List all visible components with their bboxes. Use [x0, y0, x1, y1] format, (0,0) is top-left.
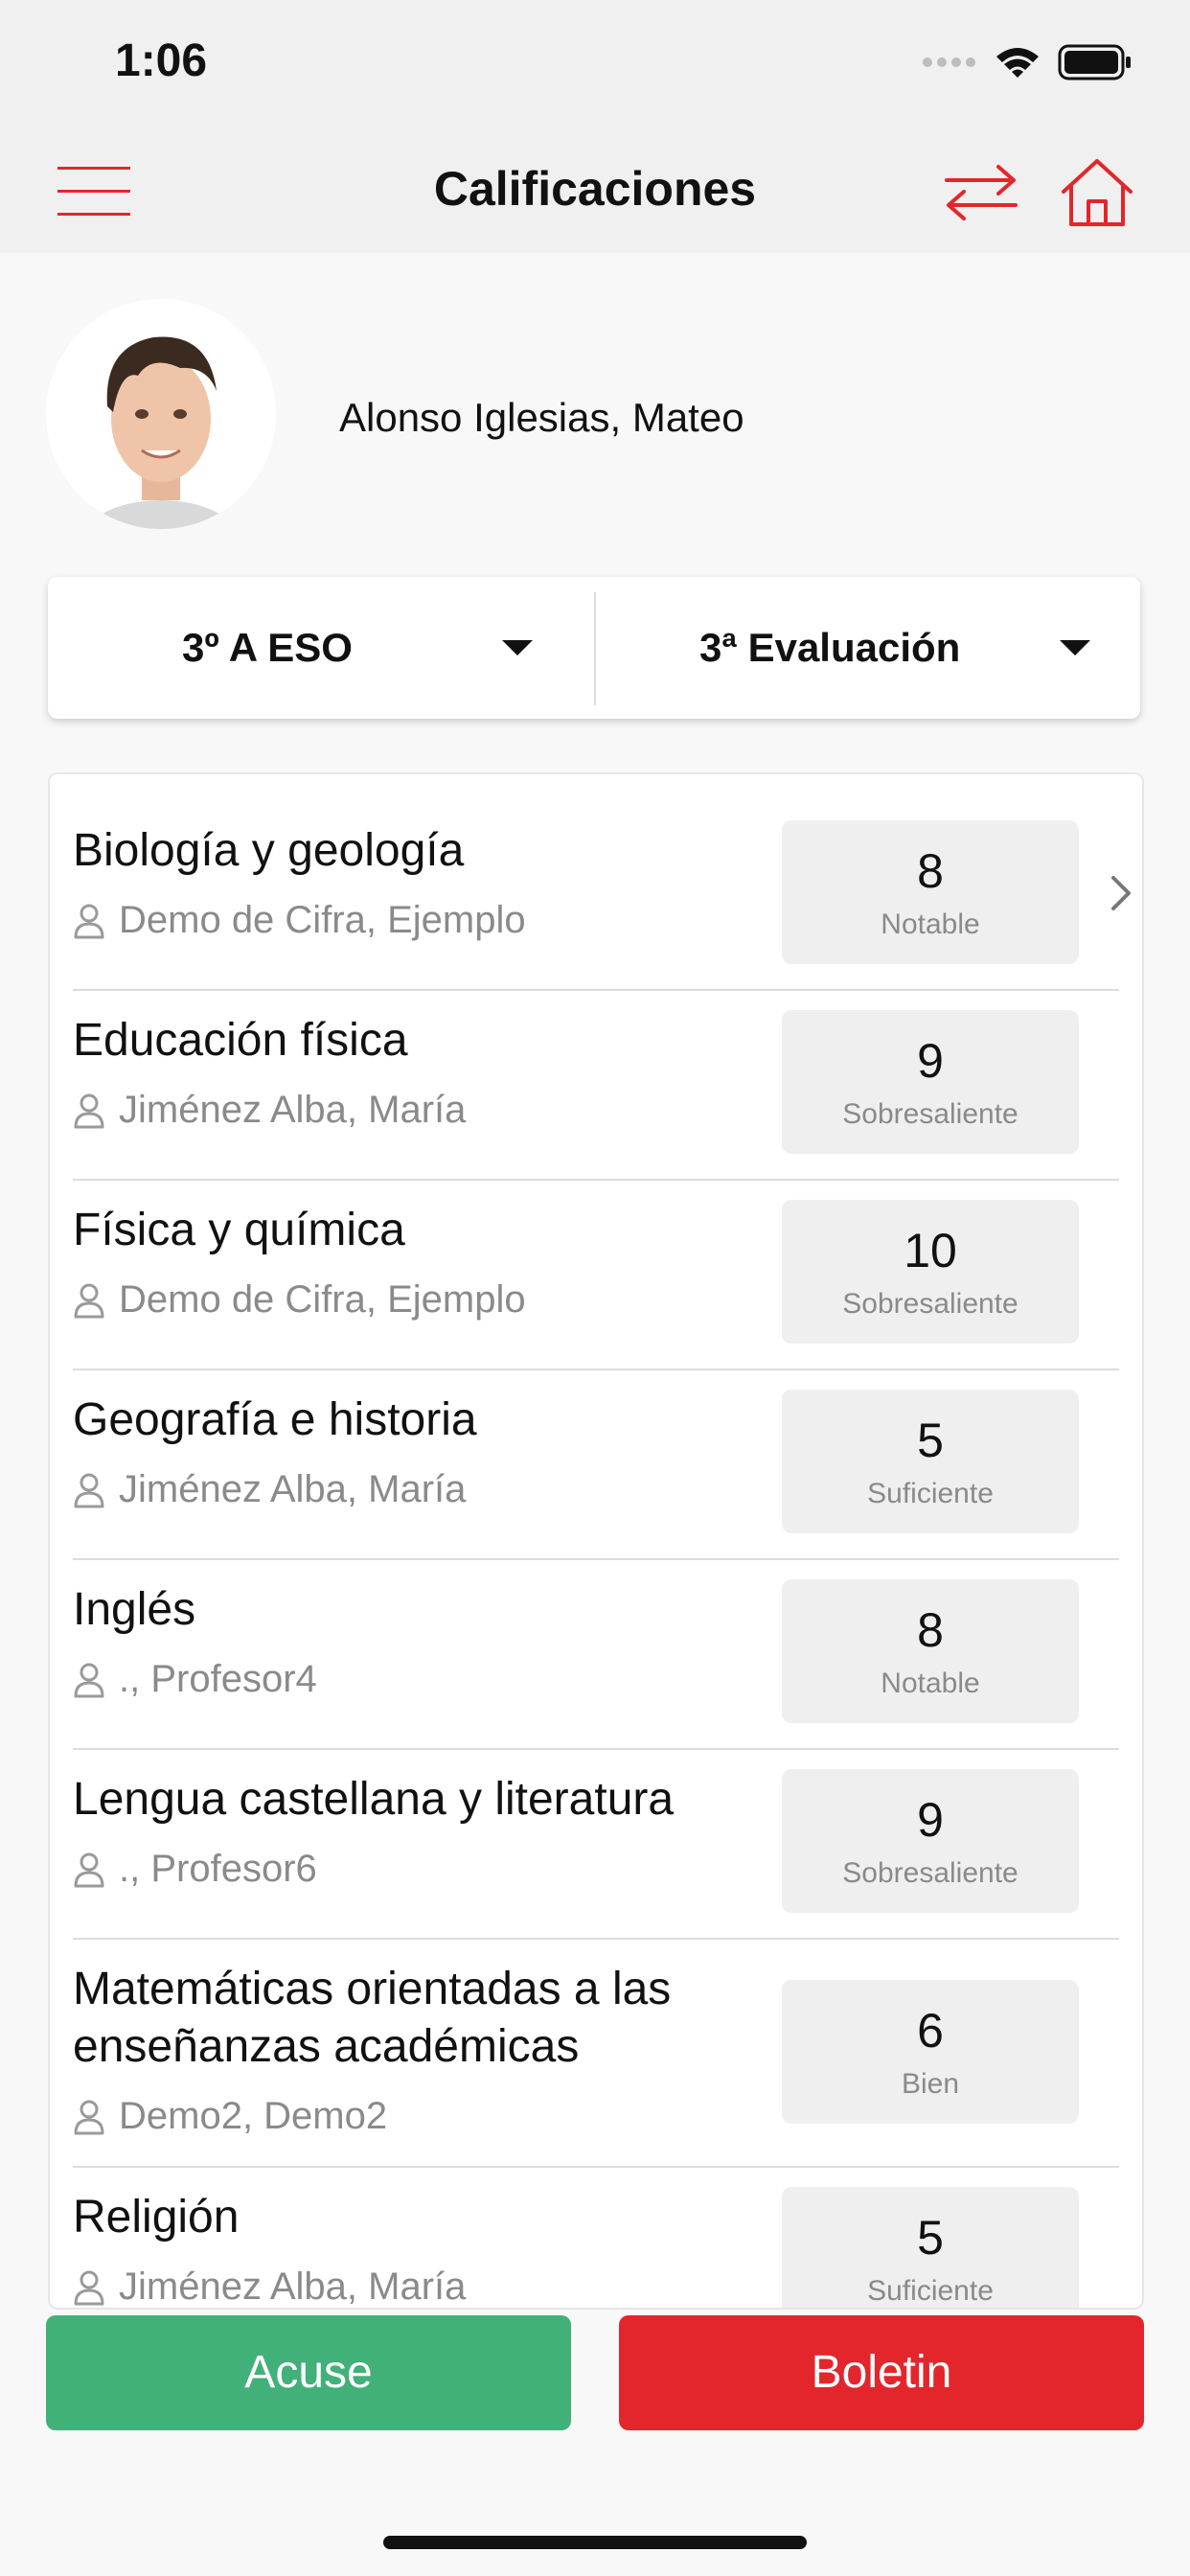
group-selector-label: 3º A ESO: [182, 625, 353, 670]
list-item[interactable]: Matemáticas orientadas a las enseñanzas …: [73, 1938, 1119, 2168]
teacher-name: ., Profesor4: [119, 1658, 317, 1700]
person-icon: [74, 1852, 104, 1887]
signal-icon: [923, 58, 975, 67]
battery-icon: [1058, 44, 1131, 80]
grade-label: Sobresaliente: [842, 1098, 1018, 1130]
avatar: [46, 299, 276, 529]
subject-name: Inglés: [73, 1584, 196, 1635]
grade-value: 10: [904, 1224, 957, 1277]
subject-name: Religión: [73, 2192, 240, 2242]
teacher-line: Jiménez Alba, María: [73, 1089, 466, 1132]
grade-label: Notable: [881, 1668, 980, 1699]
wifi-icon: [996, 48, 1039, 78]
chevron-right-icon: [1111, 876, 1131, 910]
home-icon: [1062, 159, 1133, 226]
grade-value: 8: [917, 1603, 944, 1657]
person-icon: [74, 2100, 104, 2134]
status-time: 1:06: [115, 35, 208, 86]
evaluation-selector-label: 3ª Evaluación: [699, 625, 961, 670]
teacher-line: ., Profesor4: [73, 1658, 317, 1701]
subject-name: Biología y geología: [73, 825, 465, 876]
acuse-button[interactable]: Acuse: [46, 2315, 571, 2430]
grade-box: 5 Suficiente: [782, 2187, 1079, 2308]
grade-box: 6 Bien: [782, 1980, 1079, 2124]
subject-name: Geografía e historia: [73, 1394, 477, 1445]
nav-bar: Calificaciones: [0, 134, 1190, 253]
grade-value: 5: [917, 1414, 944, 1467]
evaluation-selector[interactable]: 3ª Evaluación: [596, 577, 1142, 719]
switch-student-button[interactable]: [943, 161, 1019, 222]
teacher-name: Jiménez Alba, María: [119, 1468, 467, 1510]
grade-label: Sobresaliente: [842, 1857, 1018, 1889]
grade-box: 5 Suficiente: [782, 1390, 1079, 1533]
grade-box: 9 Sobresaliente: [782, 1010, 1079, 1154]
list-item[interactable]: Física y química Demo de Cifra, Ejemplo …: [73, 1179, 1119, 1370]
subject-name-line2: enseñanzas académicas: [73, 2021, 580, 2072]
list-item[interactable]: Biología y geología Demo de Cifra, Ejemp…: [73, 774, 1131, 991]
swap-arrows-icon: [945, 165, 1018, 220]
status-bar: 1:06: [0, 0, 1190, 134]
person-icon: [74, 1473, 104, 1507]
list-item[interactable]: Inglés ., Profesor4 8 Notable: [73, 1558, 1119, 1750]
subject-name: Matemáticas orientadas a las: [73, 1964, 672, 2014]
grade-label: Bien: [901, 2068, 960, 2100]
grade-value: 9: [917, 1034, 944, 1088]
chevron-down-icon: [502, 640, 533, 656]
teacher-line: Jiménez Alba, María: [73, 1468, 466, 1511]
grade-label: Sobresaliente: [842, 1288, 1018, 1320]
person-icon: [74, 1283, 104, 1318]
teacher-line: Demo de Cifra, Ejemplo: [73, 899, 526, 942]
subject-name: Física y química: [73, 1205, 405, 1255]
filter-selector-card: 3º A ESO 3ª Evaluación: [48, 577, 1140, 719]
grade-value: 5: [917, 2211, 944, 2265]
boletin-button[interactable]: Boletin: [619, 2315, 1144, 2430]
teacher-name: Jiménez Alba, María: [119, 1089, 467, 1131]
teacher-name: Demo2, Demo2: [119, 2095, 388, 2137]
grade-box: 10 Sobresaliente: [782, 1200, 1079, 1344]
grade-value: 6: [917, 2004, 944, 2058]
home-indicator: [383, 2536, 807, 2549]
grade-value: 9: [917, 1793, 944, 1847]
person-icon: [74, 1663, 104, 1697]
grade-box: 8 Notable: [782, 1579, 1079, 1723]
grade-label: Suficiente: [867, 2275, 994, 2307]
group-selector[interactable]: 3º A ESO: [48, 577, 594, 719]
list-item[interactable]: Religión Jiménez Alba, María 5 Suficient…: [73, 2166, 1119, 2308]
grades-list: Biología y geología Demo de Cifra, Ejemp…: [48, 772, 1144, 2310]
grade-value: 8: [917, 844, 944, 898]
person-icon: [74, 904, 104, 938]
list-item[interactable]: Geografía e historia Jiménez Alba, María…: [73, 1368, 1119, 1560]
person-icon: [74, 2270, 104, 2305]
student-name: Alonso Iglesias, Mateo: [339, 395, 744, 440]
grade-label: Suficiente: [867, 1478, 994, 1509]
teacher-line: Jiménez Alba, María: [73, 2266, 467, 2308]
subject-name: Educación física: [73, 1015, 408, 1066]
teacher-name: Demo de Cifra, Ejemplo: [119, 899, 526, 941]
grade-label: Notable: [881, 908, 980, 940]
chevron-down-icon: [1060, 640, 1090, 656]
grade-box: 9 Sobresaliente: [782, 1769, 1079, 1913]
teacher-name: Jiménez Alba, María: [119, 2266, 467, 2308]
teacher-line: Demo de Cifra, Ejemplo: [73, 1278, 526, 1322]
teacher-line: Demo2, Demo2: [73, 2095, 387, 2138]
teacher-name: Demo de Cifra, Ejemplo: [119, 1278, 526, 1321]
teacher-line: ., Profesor6: [73, 1848, 317, 1891]
person-icon: [74, 1093, 104, 1128]
list-item[interactable]: Lengua castellana y literatura ., Profes…: [73, 1748, 1119, 1940]
home-button[interactable]: [1060, 155, 1134, 230]
grade-box: 8 Notable: [782, 820, 1079, 964]
teacher-name: ., Profesor6: [119, 1848, 317, 1890]
subject-name: Lengua castellana y literatura: [73, 1774, 675, 1825]
list-item[interactable]: Educación física Jiménez Alba, María 9 S…: [73, 989, 1119, 1181]
status-icons: [922, 38, 1133, 86]
